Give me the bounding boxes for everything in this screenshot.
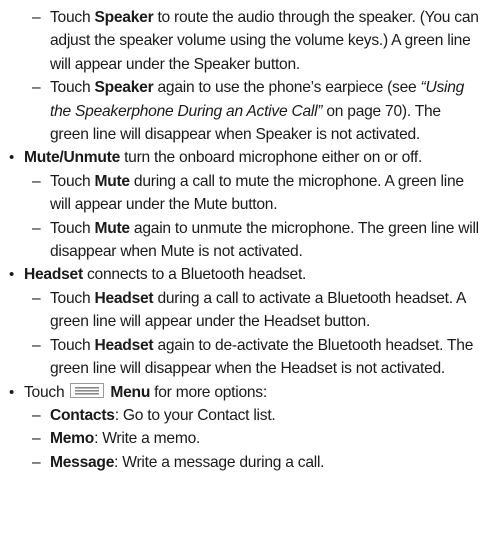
keyword-mute-unmute: Mute/Unmute <box>24 149 121 167</box>
menu-option-contacts: – Contacts: Go to your Contact list. <box>0 404 482 427</box>
menu-option-message: – Message: Write a message during a call… <box>0 451 482 474</box>
text: Touch <box>50 336 95 354</box>
keyword-headset: Headset <box>24 266 83 284</box>
text: for more options: <box>150 383 267 401</box>
keyword-headset: Headset <box>94 289 154 307</box>
dash-marker: – <box>32 79 41 97</box>
keyword-headset: Headset <box>94 336 154 354</box>
text: : Go to your Contact list. <box>114 406 276 424</box>
text: Touch <box>50 289 95 307</box>
text: again to use the phone’s earpiece (see <box>153 79 421 97</box>
keyword-memo: Memo <box>50 430 95 448</box>
dash-marker: – <box>32 172 41 190</box>
keyword-message: Message <box>50 453 115 471</box>
text: Touch <box>50 172 95 190</box>
dash-marker: – <box>32 219 41 237</box>
text: : Write a memo. <box>94 430 201 448</box>
text: connects to a Bluetooth headset. <box>82 266 307 284</box>
keyword-mute: Mute <box>94 172 130 190</box>
menu-icon <box>70 383 105 399</box>
bullet-dot: • <box>9 383 15 401</box>
bullet-menu: • Touch Menu for more options: <box>0 381 482 404</box>
speaker-instruction-2: – Touch Speaker again to use the phone’s… <box>0 76 482 146</box>
headset-instruction-2: – Touch Headset again to de-activate the… <box>0 334 482 381</box>
bullet-dot: • <box>9 149 15 167</box>
dash-marker: – <box>32 406 41 424</box>
keyword-speaker: Speaker <box>94 9 154 26</box>
manual-page: – Touch Speaker to route the audio throu… <box>0 6 486 474</box>
keyword-menu: Menu <box>110 383 151 401</box>
dash-marker: – <box>32 453 41 471</box>
bullet-mute: • Mute/Unmute turn the onboard microphon… <box>0 146 482 169</box>
keyword-mute: Mute <box>94 219 130 237</box>
dash-marker: – <box>32 430 41 448</box>
bullet-headset: • Headset connects to a Bluetooth headse… <box>0 263 482 286</box>
text: Touch <box>50 219 95 237</box>
text: Touch <box>50 79 95 97</box>
text: turn the onboard microphone either on or… <box>120 149 423 167</box>
speaker-instruction-1: – Touch Speaker to route the audio throu… <box>0 6 482 76</box>
dash-marker: – <box>32 336 41 354</box>
mute-instruction-1: – Touch Mute during a call to mute the m… <box>0 170 482 217</box>
keyword-contacts: Contacts <box>50 406 115 424</box>
text: Touch <box>24 383 65 401</box>
headset-instruction-1: – Touch Headset during a call to activat… <box>0 287 482 334</box>
dash-marker: – <box>32 289 41 307</box>
text: Touch <box>50 9 95 26</box>
dash-marker: – <box>32 9 41 26</box>
keyword-speaker: Speaker <box>94 79 154 97</box>
bullet-dot: • <box>9 266 15 284</box>
menu-option-memo: – Memo: Write a memo. <box>0 427 482 450</box>
text: : Write a message during a call. <box>114 453 325 471</box>
mute-instruction-2: – Touch Mute again to unmute the microph… <box>0 217 482 264</box>
